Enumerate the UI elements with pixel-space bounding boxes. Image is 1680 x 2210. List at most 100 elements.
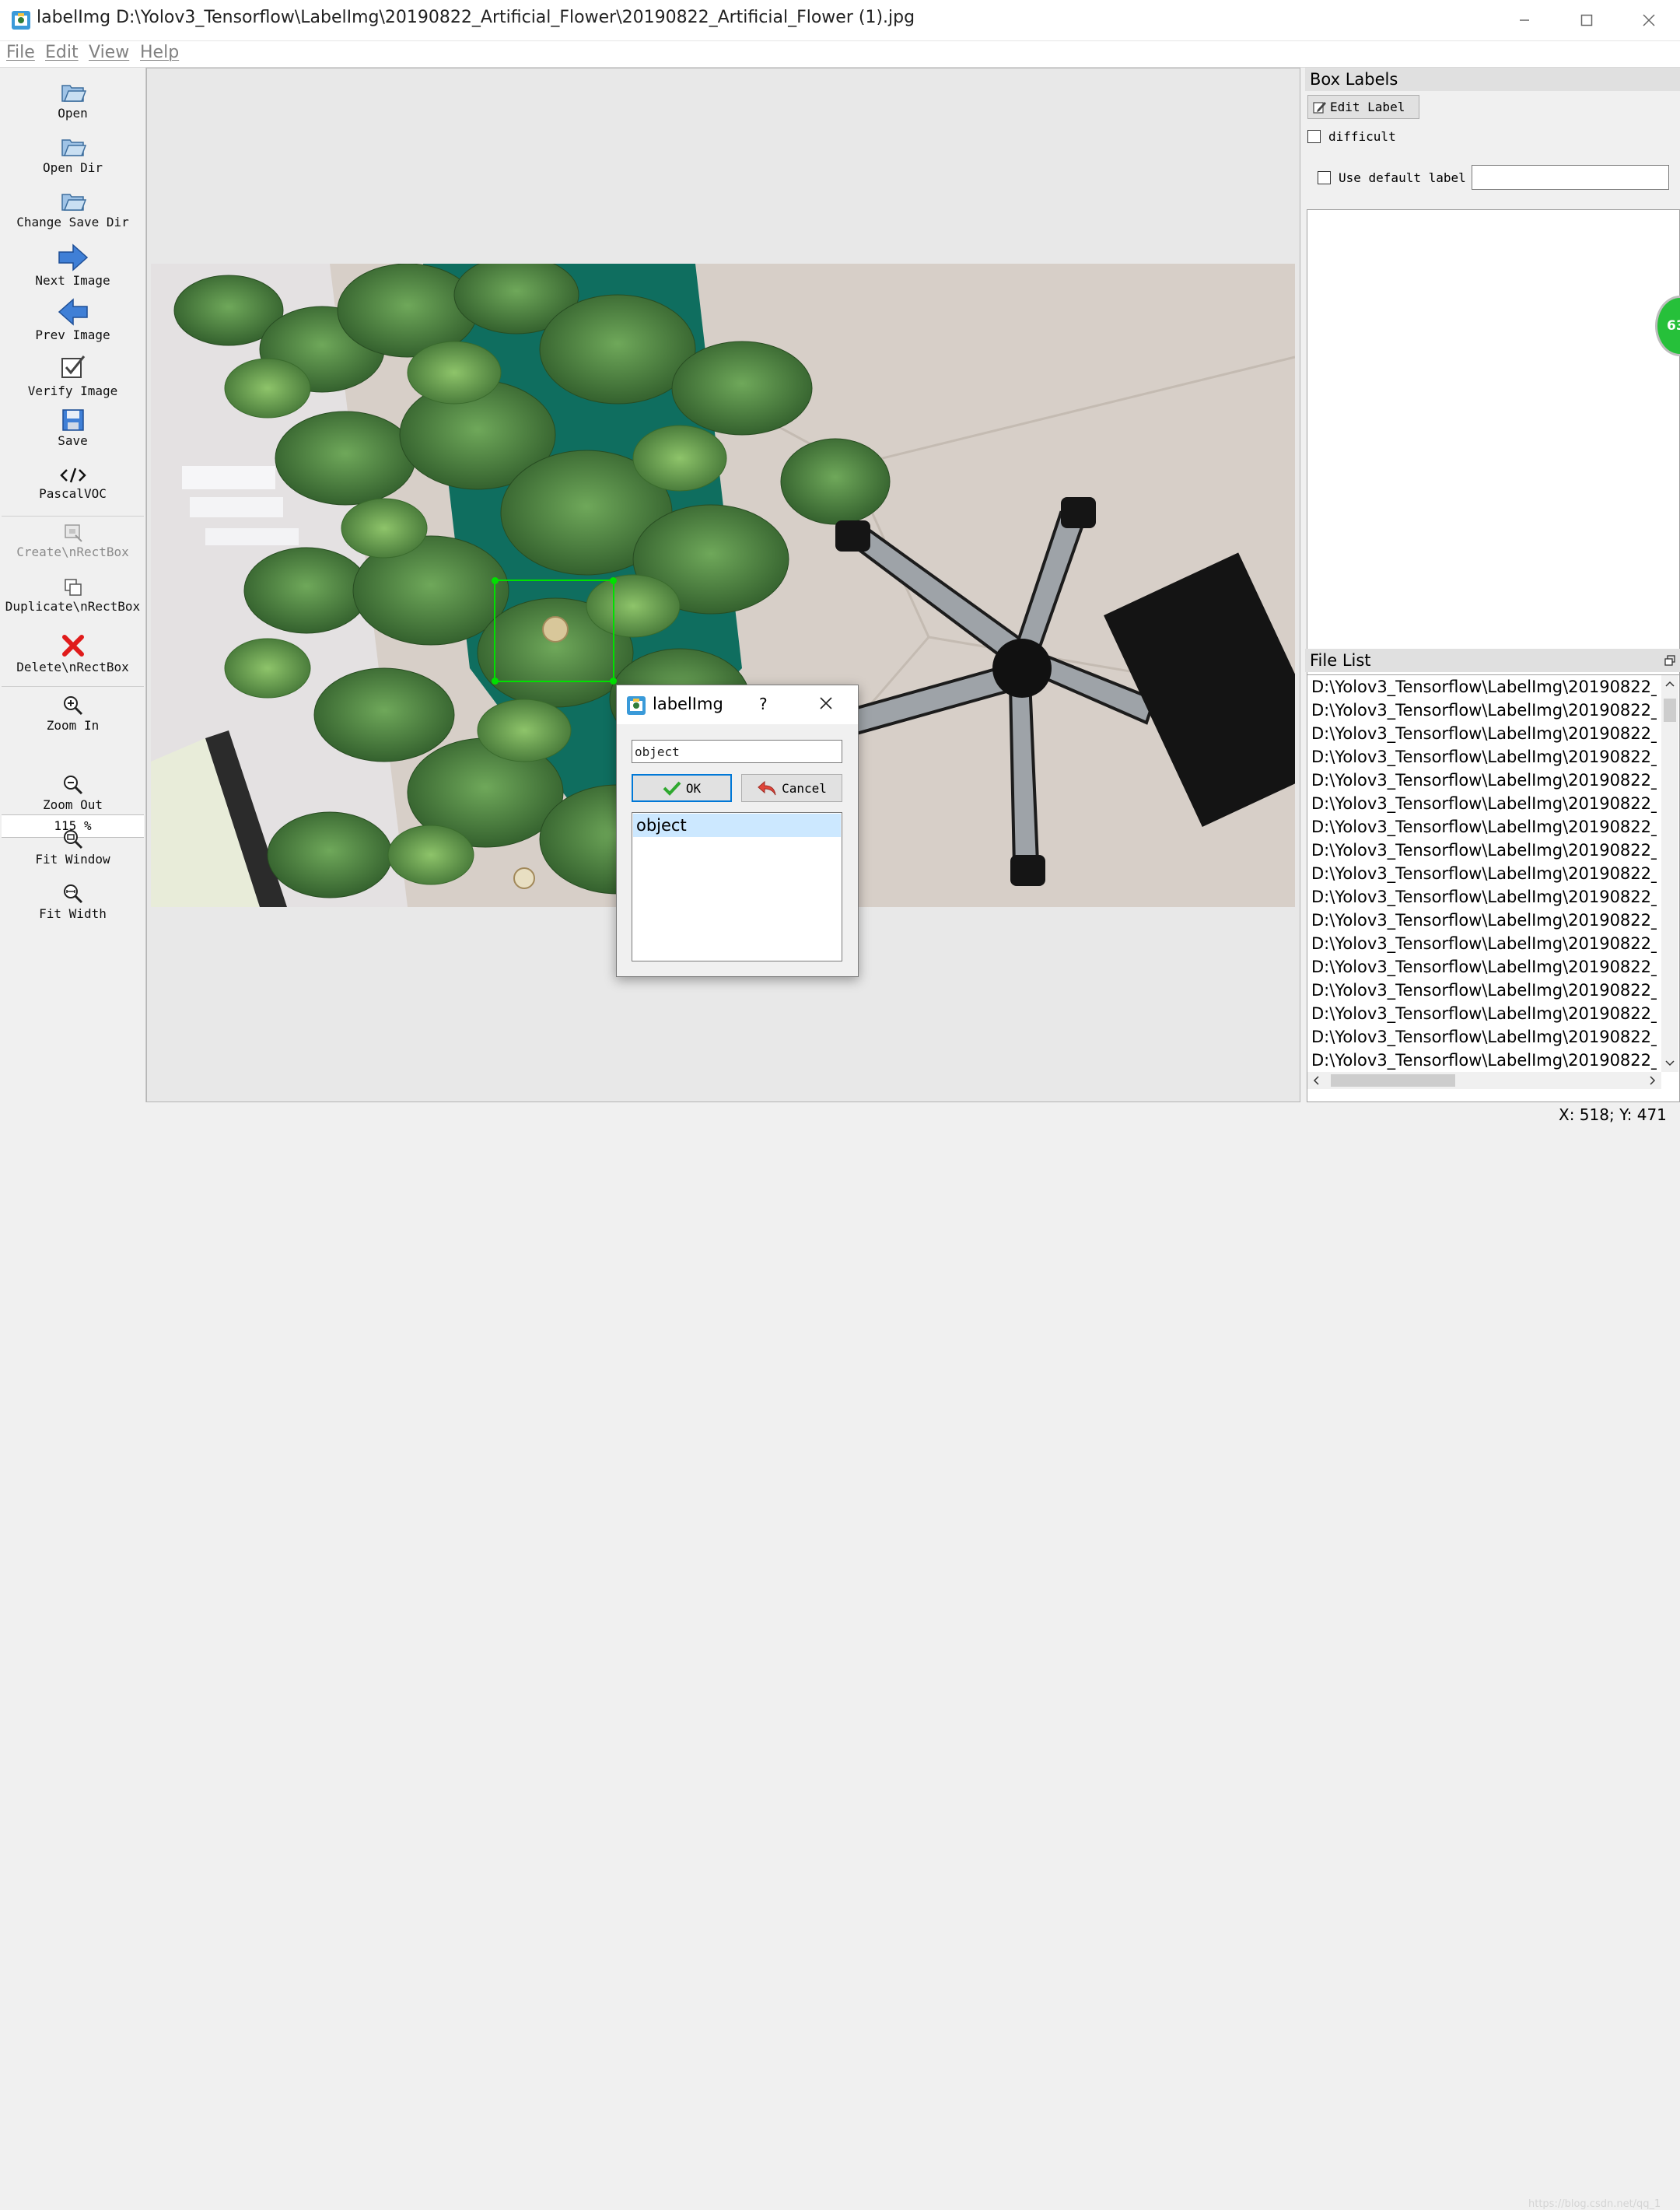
- zoom-out-icon: [63, 776, 82, 795]
- file-list-title: File List: [1310, 651, 1371, 670]
- minimize-button[interactable]: [1493, 0, 1556, 40]
- file-list-item[interactable]: D:\Yolov3_Tensorflow\LabelImg\20190822_A: [1311, 745, 1657, 769]
- difficult-checkbox-row[interactable]: difficult: [1307, 129, 1396, 144]
- file-list-item[interactable]: D:\Yolov3_Tensorflow\LabelImg\20190822_A: [1311, 885, 1657, 909]
- edit-label-text: Edit Label: [1330, 100, 1405, 114]
- file-list-item[interactable]: D:\Yolov3_Tensorflow\LabelImg\20190822_A: [1311, 1002, 1657, 1025]
- create-rectbox-button[interactable]: Create\nRectBox: [0, 523, 145, 559]
- menu-view[interactable]: View: [89, 43, 129, 62]
- default-label-input[interactable]: [1472, 165, 1669, 190]
- file-list-item[interactable]: D:\Yolov3_Tensorflow\LabelImg\20190822_A: [1311, 722, 1657, 745]
- edit-label-button[interactable]: Edit Label: [1307, 95, 1419, 119]
- watermark-text: https://blog.csdn.net/qq_1: [1528, 2198, 1661, 2210]
- difficult-checkbox[interactable]: [1307, 130, 1321, 143]
- fit-width-label: Fit Width: [39, 906, 107, 921]
- change-save-dir-label: Change Save Dir: [16, 215, 129, 229]
- close-icon: [1643, 14, 1655, 26]
- prev-image-button[interactable]: Prev Image: [0, 298, 145, 342]
- save-label: Save: [58, 433, 88, 448]
- ok-button[interactable]: OK: [632, 774, 732, 802]
- bbox-handle[interactable]: [610, 577, 617, 584]
- file-list-item[interactable]: D:\Yolov3_Tensorflow\LabelImg\20190822_A: [1311, 1025, 1657, 1049]
- fit-window-button[interactable]: Fit Window: [0, 828, 145, 867]
- zoom-in-label: Zoom In: [46, 718, 100, 733]
- fit-window-icon: [63, 830, 82, 849]
- fit-width-button[interactable]: Fit Width: [0, 883, 145, 921]
- close-window-button[interactable]: [1618, 0, 1680, 40]
- label-input[interactable]: [632, 740, 842, 763]
- maximize-button[interactable]: [1556, 0, 1618, 40]
- zoom-in-button[interactable]: Zoom In: [0, 695, 145, 733]
- pencil-edit-icon: [1313, 101, 1326, 114]
- zoom-out-button[interactable]: Zoom Out: [0, 774, 145, 812]
- difficult-label: difficult: [1328, 129, 1396, 144]
- toolbar-separator: [2, 516, 144, 517]
- open-dir-button[interactable]: Open Dir: [0, 134, 145, 175]
- dialog-help-button[interactable]: ?: [759, 695, 768, 713]
- bbox-handle[interactable]: [610, 678, 617, 685]
- use-default-label-checkbox[interactable]: [1318, 171, 1331, 184]
- verify-image-label: Verify Image: [27, 384, 118, 398]
- file-list-item[interactable]: D:\Yolov3_Tensorflow\LabelImg\20190822_A: [1311, 1049, 1657, 1072]
- zoom-out-label: Zoom Out: [42, 797, 103, 812]
- horizontal-scrollbar[interactable]: [1307, 1072, 1661, 1089]
- chevron-down-icon[interactable]: [1661, 1055, 1678, 1070]
- chevron-right-icon[interactable]: [1644, 1072, 1660, 1089]
- float-dock-icon[interactable]: [1664, 655, 1675, 666]
- next-image-button[interactable]: Next Image: [0, 243, 145, 288]
- chevron-up-icon[interactable]: [1661, 677, 1678, 692]
- zoom-in-icon: [63, 696, 82, 716]
- bbox-handle[interactable]: [492, 678, 499, 685]
- file-list-item[interactable]: D:\Yolov3_Tensorflow\LabelImg\20190822_A: [1311, 909, 1657, 932]
- vertical-scroll-thumb[interactable]: [1664, 699, 1676, 722]
- verify-checkbox-icon: [61, 355, 85, 378]
- bbox-handle[interactable]: [492, 577, 499, 584]
- file-list-item[interactable]: D:\Yolov3_Tensorflow\LabelImg\20190822_A: [1311, 979, 1657, 1002]
- file-list-item[interactable]: D:\Yolov3_Tensorflow\LabelImg\20190822_A: [1311, 955, 1657, 979]
- delete-rectbox-button[interactable]: Delete\nRectBox: [0, 633, 145, 674]
- file-list-item[interactable]: D:\Yolov3_Tensorflow\LabelImg\20190822_A: [1311, 675, 1657, 699]
- open-dir-icon: [61, 139, 86, 156]
- file-list-item[interactable]: D:\Yolov3_Tensorflow\LabelImg\20190822_A: [1311, 792, 1657, 815]
- open-dir-label: Open Dir: [42, 160, 103, 175]
- format-pascalvoc-button[interactable]: PascalVOC: [0, 466, 145, 501]
- file-list-item[interactable]: D:\Yolov3_Tensorflow\LabelImg\20190822_A: [1311, 815, 1657, 839]
- verify-image-button[interactable]: Verify Image: [0, 354, 145, 398]
- change-save-dir-button[interactable]: Change Save Dir: [0, 188, 145, 229]
- file-list-item[interactable]: D:\Yolov3_Tensorflow\LabelImg\20190822_A: [1311, 699, 1657, 722]
- cancel-button[interactable]: Cancel: [741, 774, 842, 802]
- label-history-list[interactable]: object: [632, 812, 842, 961]
- file-list-item[interactable]: D:\Yolov3_Tensorflow\LabelImg\20190822_A: [1311, 769, 1657, 792]
- file-list-item[interactable]: D:\Yolov3_Tensorflow\LabelImg\20190822_A: [1311, 862, 1657, 885]
- dialog-title: labelImg: [653, 695, 723, 713]
- cancel-label: Cancel: [782, 780, 827, 796]
- code-tag-icon: [59, 468, 86, 483]
- save-button[interactable]: Save: [0, 408, 145, 448]
- prev-image-label: Prev Image: [35, 327, 110, 342]
- horizontal-scroll-thumb[interactable]: [1331, 1074, 1455, 1087]
- next-image-label: Next Image: [35, 273, 110, 288]
- use-default-label-row[interactable]: Use default label: [1318, 170, 1466, 185]
- duplicate-rectbox-button[interactable]: Duplicate\nRectBox: [0, 577, 145, 614]
- menu-help[interactable]: Help: [140, 43, 179, 62]
- title-bar: labelImg D:\Yolov3_Tensorflow\LabelImg\2…: [0, 0, 1680, 41]
- menu-edit[interactable]: Edit: [45, 43, 79, 62]
- menu-file[interactable]: File: [6, 43, 35, 62]
- file-list-item[interactable]: D:\Yolov3_Tensorflow\LabelImg\20190822_A: [1311, 839, 1657, 862]
- right-dock: Box Labels Edit Label difficult Use defa…: [1302, 68, 1680, 1102]
- box-label-list[interactable]: [1307, 209, 1680, 711]
- bounding-box[interactable]: [492, 577, 617, 685]
- vertical-scrollbar[interactable]: [1661, 675, 1678, 1072]
- delete-rectbox-label: Delete\nRectBox: [16, 660, 129, 674]
- file-list-item[interactable]: D:\Yolov3_Tensorflow\LabelImg\20190822_A: [1311, 932, 1657, 955]
- maximize-icon: [1580, 14, 1593, 26]
- use-default-label-text: Use default label: [1339, 170, 1466, 185]
- open-button[interactable]: Open: [0, 79, 145, 121]
- status-bar: https://blog.csdn.net/qq_1 X: 518; Y: 47…: [0, 1103, 1680, 2210]
- file-list[interactable]: D:\Yolov3_Tensorflow\LabelImg\20190822_A…: [1307, 674, 1680, 1102]
- close-icon[interactable]: [817, 695, 835, 712]
- duplicate-rectbox-label: Duplicate\nRectBox: [5, 599, 141, 614]
- chevron-left-icon[interactable]: [1309, 1072, 1325, 1089]
- label-history-item[interactable]: object: [633, 814, 841, 837]
- floppy-disk-icon: [61, 409, 84, 431]
